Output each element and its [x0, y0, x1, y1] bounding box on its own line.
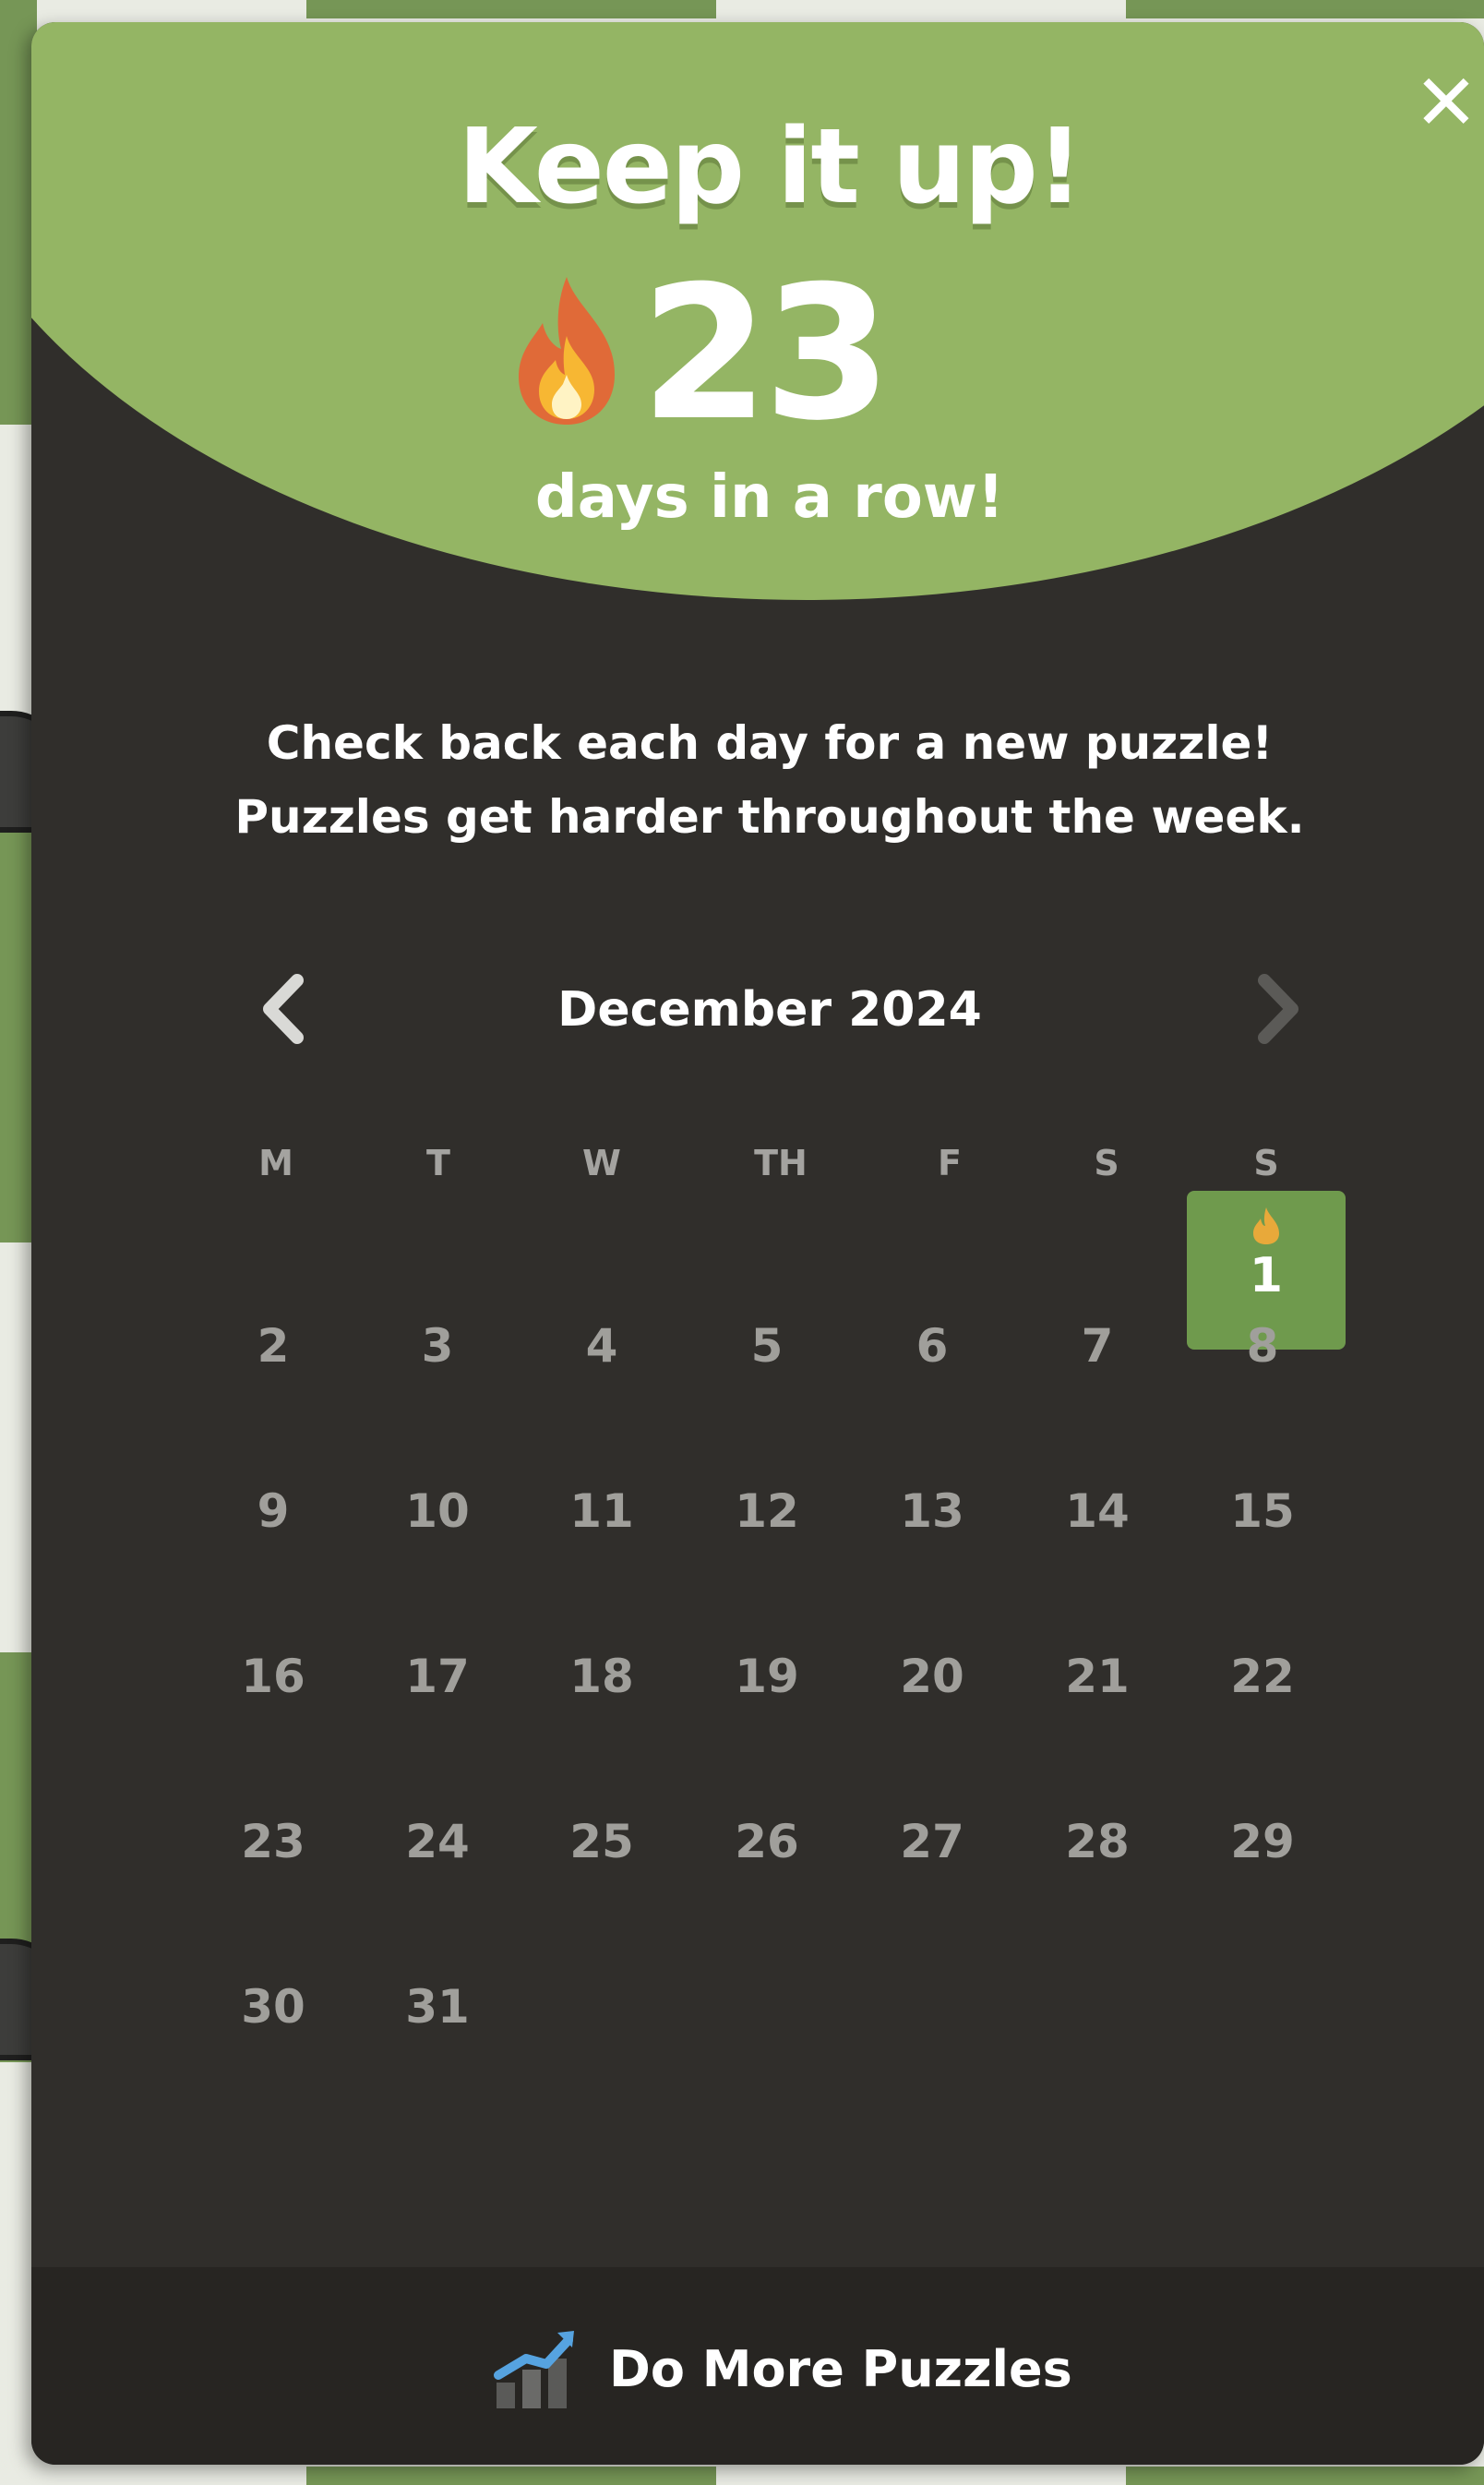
- weekday-label: S: [1094, 1143, 1119, 1183]
- board-square: [1126, 0, 1484, 18]
- calendar-day[interactable]: 30: [199, 1951, 347, 2062]
- modal-title: Keep it up!: [458, 107, 1083, 227]
- weekday-label: S: [1253, 1143, 1279, 1183]
- chevron-right-icon[interactable]: [1239, 967, 1312, 1050]
- streak-modal: ✕ Keep it up! 23 days in a row! Check ba…: [31, 22, 1484, 2465]
- calendar-day[interactable]: 26: [693, 1786, 841, 1897]
- calendar-day[interactable]: 28: [1023, 1786, 1171, 1897]
- calendar-day[interactable]: 4: [528, 1291, 676, 1401]
- calendar-day[interactable]: 17: [364, 1621, 511, 1732]
- do-more-puzzles-label: Do More Puzzles: [609, 2339, 1072, 2398]
- info-message-line2: Puzzles get harder throughout the week.: [234, 790, 1305, 844]
- calendar-day[interactable]: 3: [364, 1291, 511, 1401]
- weekday-label: M: [258, 1143, 293, 1183]
- board-square: [306, 2467, 716, 2485]
- calendar-day[interactable]: 15: [1189, 1456, 1336, 1567]
- calendar-day[interactable]: 20: [858, 1621, 1006, 1732]
- flame-icon: [1253, 1207, 1279, 1244]
- calendar-day[interactable]: 19: [693, 1621, 841, 1732]
- weekday-label: F: [938, 1143, 962, 1183]
- calendar-day[interactable]: 11: [528, 1456, 676, 1567]
- calendar-day[interactable]: 6: [858, 1291, 1006, 1401]
- weekday-label: TH: [754, 1143, 808, 1183]
- info-message-line1: Check back each day for a new puzzle!: [266, 716, 1274, 770]
- calendar-day[interactable]: 21: [1023, 1621, 1171, 1732]
- weekday-label: W: [582, 1143, 621, 1183]
- calendar-day[interactable]: 5: [693, 1291, 841, 1401]
- calendar-day[interactable]: 8: [1189, 1291, 1336, 1401]
- calendar-day[interactable]: 25: [528, 1786, 676, 1897]
- calendar-day[interactable]: 29: [1189, 1786, 1336, 1897]
- calendar-day[interactable]: 7: [1023, 1291, 1171, 1401]
- calendar-day[interactable]: 9: [199, 1456, 347, 1567]
- do-more-puzzles-button[interactable]: Do More Puzzles: [493, 2323, 1072, 2415]
- calendar-day[interactable]: 13: [858, 1456, 1006, 1567]
- calendar-day[interactable]: 24: [364, 1786, 511, 1897]
- calendar-day[interactable]: 22: [1189, 1621, 1336, 1732]
- weekday-label: T: [426, 1143, 450, 1183]
- calendar-day[interactable]: 14: [1023, 1456, 1171, 1567]
- calendar-day[interactable]: 27: [858, 1786, 1006, 1897]
- calendar-day[interactable]: 16: [199, 1621, 347, 1732]
- calendar-day[interactable]: 18: [528, 1621, 676, 1732]
- calendar-day[interactable]: 2: [199, 1291, 347, 1401]
- calendar-day[interactable]: 23: [199, 1786, 347, 1897]
- streak-label: days in a row!: [534, 463, 1005, 532]
- flame-icon: [519, 277, 615, 425]
- calendar-day[interactable]: 12: [693, 1456, 841, 1567]
- footer-bar: Do More Puzzles: [31, 2267, 1484, 2465]
- trending-chart-icon: [494, 2331, 574, 2408]
- board-square: [1126, 2467, 1484, 2485]
- board-square: [306, 0, 716, 18]
- calendar-day[interactable]: 31: [364, 1951, 511, 2062]
- calendar-day[interactable]: 10: [364, 1456, 511, 1567]
- streak-count: 23: [640, 246, 892, 462]
